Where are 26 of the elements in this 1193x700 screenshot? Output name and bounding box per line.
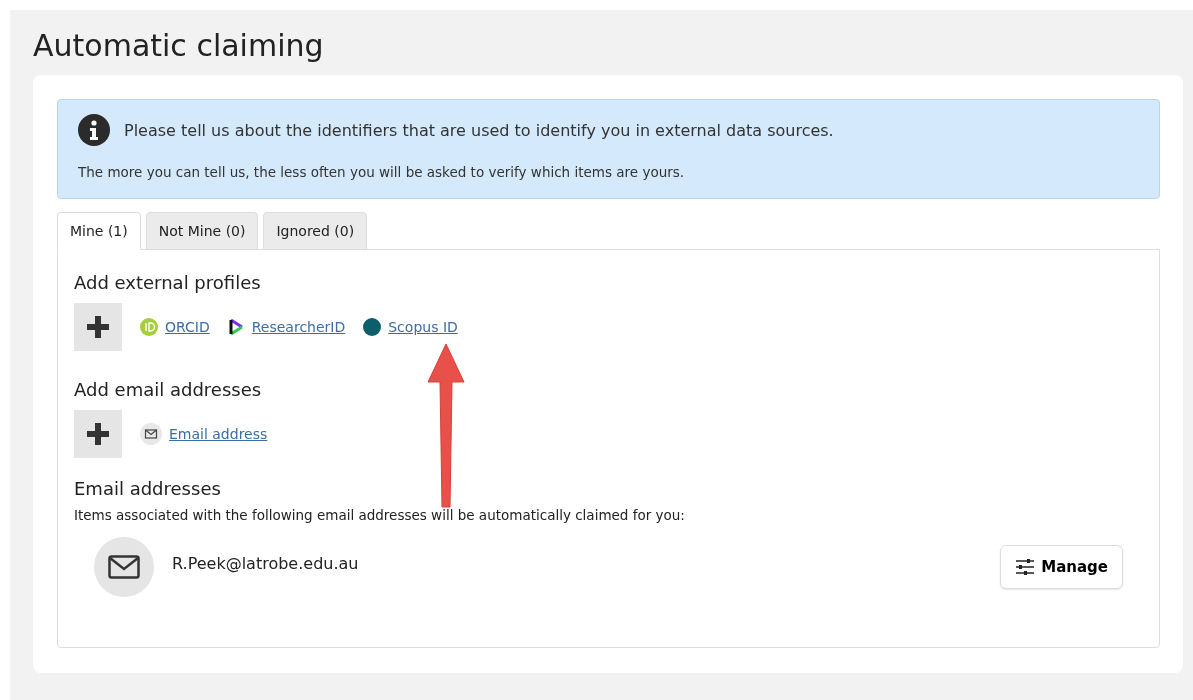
sliders-icon: [1015, 558, 1036, 576]
scopus-dot-icon: [363, 318, 382, 336]
orcid-icon: [140, 318, 158, 336]
researcherid-logo-icon: [227, 318, 245, 336]
tab[interactable]: Ignored (0): [263, 212, 368, 250]
info-icon: [78, 114, 110, 146]
tab[interactable]: Not Mine (0): [145, 212, 259, 250]
add-button[interactable]: [74, 410, 122, 458]
profile-link[interactable]: Email address: [169, 426, 268, 442]
manage-button[interactable]: Manage: [1000, 545, 1123, 589]
plus-icon: [85, 421, 111, 447]
page-title: Automatic claiming: [33, 27, 325, 65]
profile-link[interactable]: ResearcherID: [251, 319, 346, 335]
info-text: The more you can tell us, the less often you will be asked to verify which items are yours.: [78, 164, 686, 180]
info-heading: Please tell us about the identifiers that are used to identify you in external data sources.: [124, 120, 834, 140]
envelope-icon: [140, 423, 162, 445]
tab[interactable]: Mine (1): [57, 212, 141, 250]
profile-link[interactable]: ORCID: [165, 319, 210, 335]
section-heading: Add external profiles: [74, 272, 262, 293]
plus-icon: [85, 314, 111, 340]
section-heading: Email addresses: [74, 478, 222, 499]
profile-link[interactable]: Scopus ID: [388, 319, 458, 335]
add-button[interactable]: [74, 303, 122, 351]
email-address: R.Peek@latrobe.edu.au: [172, 553, 360, 573]
section-heading: Add email addresses: [74, 379, 263, 400]
email-description: Items associated with the following email addresses will be automatically claimed for you:: [74, 507, 686, 523]
